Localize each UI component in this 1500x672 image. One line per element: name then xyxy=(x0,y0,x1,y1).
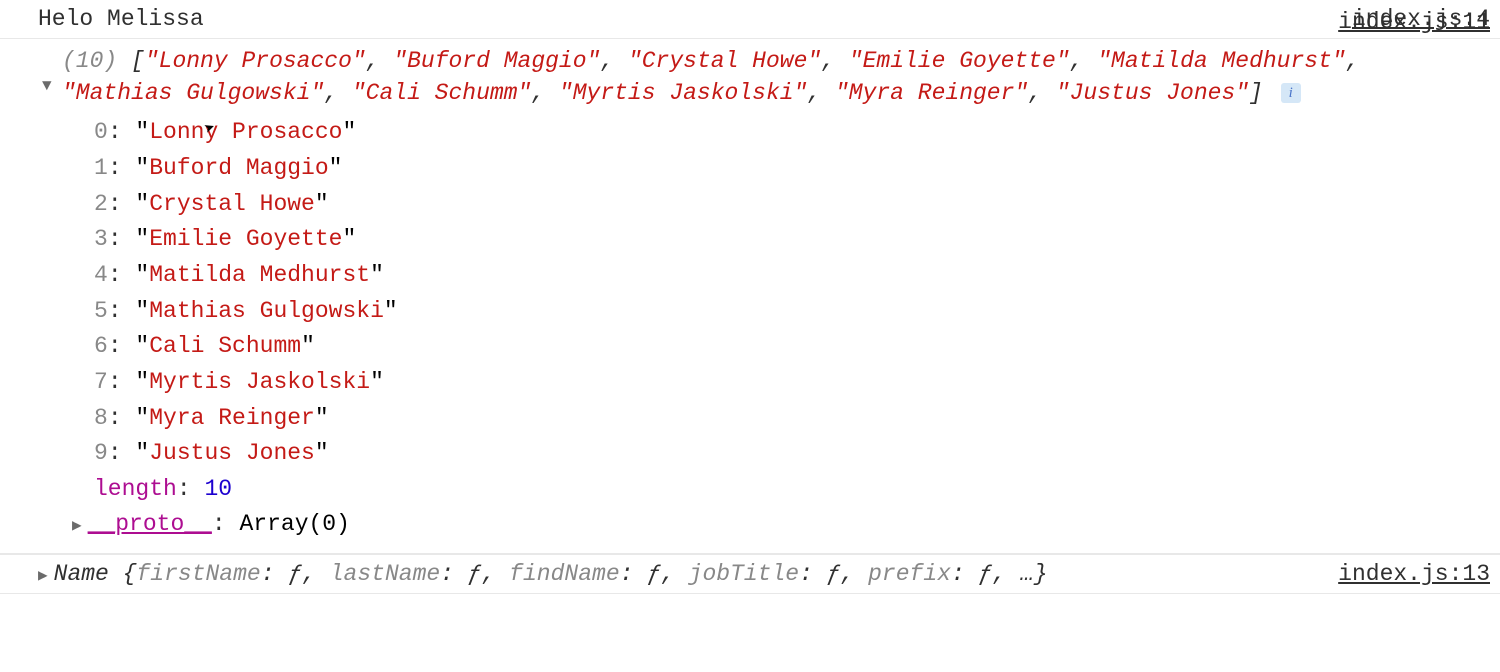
comma: , xyxy=(1346,48,1360,74)
array-index-key: 3 xyxy=(94,226,108,252)
object-prop-value: ƒ xyxy=(288,561,302,587)
array-preview-item: "Matilda Medhurst" xyxy=(1097,48,1345,74)
array-index-value: Myrtis Jaskolski xyxy=(135,369,383,395)
console-row-log: Helo Melissa index.js:4 xyxy=(0,0,1500,39)
array-index-key: 6 xyxy=(94,333,108,359)
array-expanded: 0: Lonny Prosacco1: Buford Maggio2: Crys… xyxy=(38,115,1470,471)
array-index-line: 3: Emilie Goyette xyxy=(94,222,1470,258)
array-index-value: Lonny Prosacco xyxy=(135,119,356,145)
disclosure-triangle-closed[interactable]: ▶ xyxy=(38,565,48,585)
array-preview-item: "Myrtis Jaskolski" xyxy=(559,80,807,106)
array-index-line: 0: Lonny Prosacco xyxy=(94,115,1470,151)
comma: , xyxy=(821,48,849,74)
comma: , xyxy=(1070,48,1098,74)
console-row-array: index.js:11 ▼ (10) ["Lonny Prosacco", "B… xyxy=(0,39,1500,554)
object-prop-key: jobTitle xyxy=(689,561,799,587)
array-index-key: 8 xyxy=(94,405,108,431)
proto-key: __proto__ xyxy=(88,511,212,537)
array-preview[interactable]: (10) ["Lonny Prosacco", "Buford Maggio",… xyxy=(38,45,1470,109)
object-prop-value: ƒ xyxy=(468,561,482,587)
array-index-key: 2 xyxy=(94,191,108,217)
array-index-key: 5 xyxy=(94,298,108,324)
array-index-key: 9 xyxy=(94,440,108,466)
length-value: 10 xyxy=(204,476,232,502)
comma: , xyxy=(1028,80,1056,106)
array-index-line: 9: Justus Jones xyxy=(94,436,1470,472)
comma: , xyxy=(324,80,352,106)
array-index-value: Myra Reinger xyxy=(135,405,328,431)
source-link-2[interactable]: index.js:11 xyxy=(1338,9,1490,35)
object-prop-value: ƒ xyxy=(647,561,661,587)
disclosure-triangle-open[interactable]: ▼ xyxy=(42,77,52,95)
array-index-line: 4: Matilda Medhurst xyxy=(94,258,1470,294)
comma: , xyxy=(531,80,559,106)
object-prop-key: lastName xyxy=(330,561,440,587)
console-row-object: ▶Name {firstName: ƒ, lastName: ƒ, findNa… xyxy=(0,554,1500,594)
comma: , xyxy=(807,80,835,106)
array-index-key: 0 xyxy=(94,119,108,145)
source-link-3[interactable]: index.js:13 xyxy=(1338,561,1490,587)
brace-close: , …} xyxy=(992,561,1047,587)
array-index-line: 2: Crystal Howe xyxy=(94,187,1470,223)
object-prop-key: findName xyxy=(509,561,619,587)
comma: , xyxy=(366,48,394,74)
array-preview-item: "Emilie Goyette" xyxy=(849,48,1070,74)
object-prop-key: firstName xyxy=(136,561,260,587)
info-icon[interactable]: i xyxy=(1281,83,1301,103)
object-prop-value: ƒ xyxy=(979,561,993,587)
brace-open: { xyxy=(123,561,137,587)
array-proto-line[interactable]: ▶__proto__: Array(0) xyxy=(38,507,1470,543)
array-preview-item: "Crystal Howe" xyxy=(628,48,821,74)
array-count: (10) xyxy=(62,48,117,74)
array-length-line: length: 10 xyxy=(38,472,1470,508)
array-index-key: 7 xyxy=(94,369,108,395)
array-preview-item: "Justus Jones" xyxy=(1056,80,1249,106)
array-index-line: 5: Mathias Gulgowski xyxy=(94,294,1470,330)
array-index-line: 8: Myra Reinger xyxy=(94,401,1470,437)
array-index-value: Justus Jones xyxy=(135,440,328,466)
array-index-value: Emilie Goyette xyxy=(135,226,356,252)
object-name: Name xyxy=(54,561,109,587)
object-prop-key: prefix xyxy=(868,561,951,587)
close-bracket: ] xyxy=(1249,80,1263,106)
array-index-line: 7: Myrtis Jaskolski xyxy=(94,365,1470,401)
array-index-line: 1: Buford Maggio xyxy=(94,151,1470,187)
comma: , xyxy=(600,48,628,74)
object-prop-value: ƒ xyxy=(827,561,841,587)
array-preview-item: "Mathias Gulgowski" xyxy=(62,80,324,106)
object-preview[interactable]: ▶Name {firstName: ƒ, lastName: ƒ, findNa… xyxy=(38,561,1338,587)
array-index-value: Matilda Medhurst xyxy=(135,262,383,288)
proto-value: Array(0) xyxy=(239,511,349,537)
open-bracket: [ xyxy=(131,48,145,74)
log-message: Helo Melissa xyxy=(38,6,1352,32)
array-preview-item: "Myra Reinger" xyxy=(835,80,1028,106)
array-index-value: Cali Schumm xyxy=(135,333,314,359)
array-index-value: Mathias Gulgowski xyxy=(135,298,397,324)
array-index-key: 4 xyxy=(94,262,108,288)
array-index-value: Crystal Howe xyxy=(135,191,328,217)
disclosure-triangle-proto[interactable]: ▶ xyxy=(72,514,82,539)
array-preview-item: "Lonny Prosacco" xyxy=(145,48,366,74)
length-key: length xyxy=(94,476,177,502)
array-index-value: Buford Maggio xyxy=(135,155,342,181)
array-index-key: 1 xyxy=(94,155,108,181)
array-preview-item: "Cali Schumm" xyxy=(352,80,531,106)
array-preview-item: "Buford Maggio" xyxy=(393,48,600,74)
array-index-line: 6: Cali Schumm xyxy=(94,329,1470,365)
